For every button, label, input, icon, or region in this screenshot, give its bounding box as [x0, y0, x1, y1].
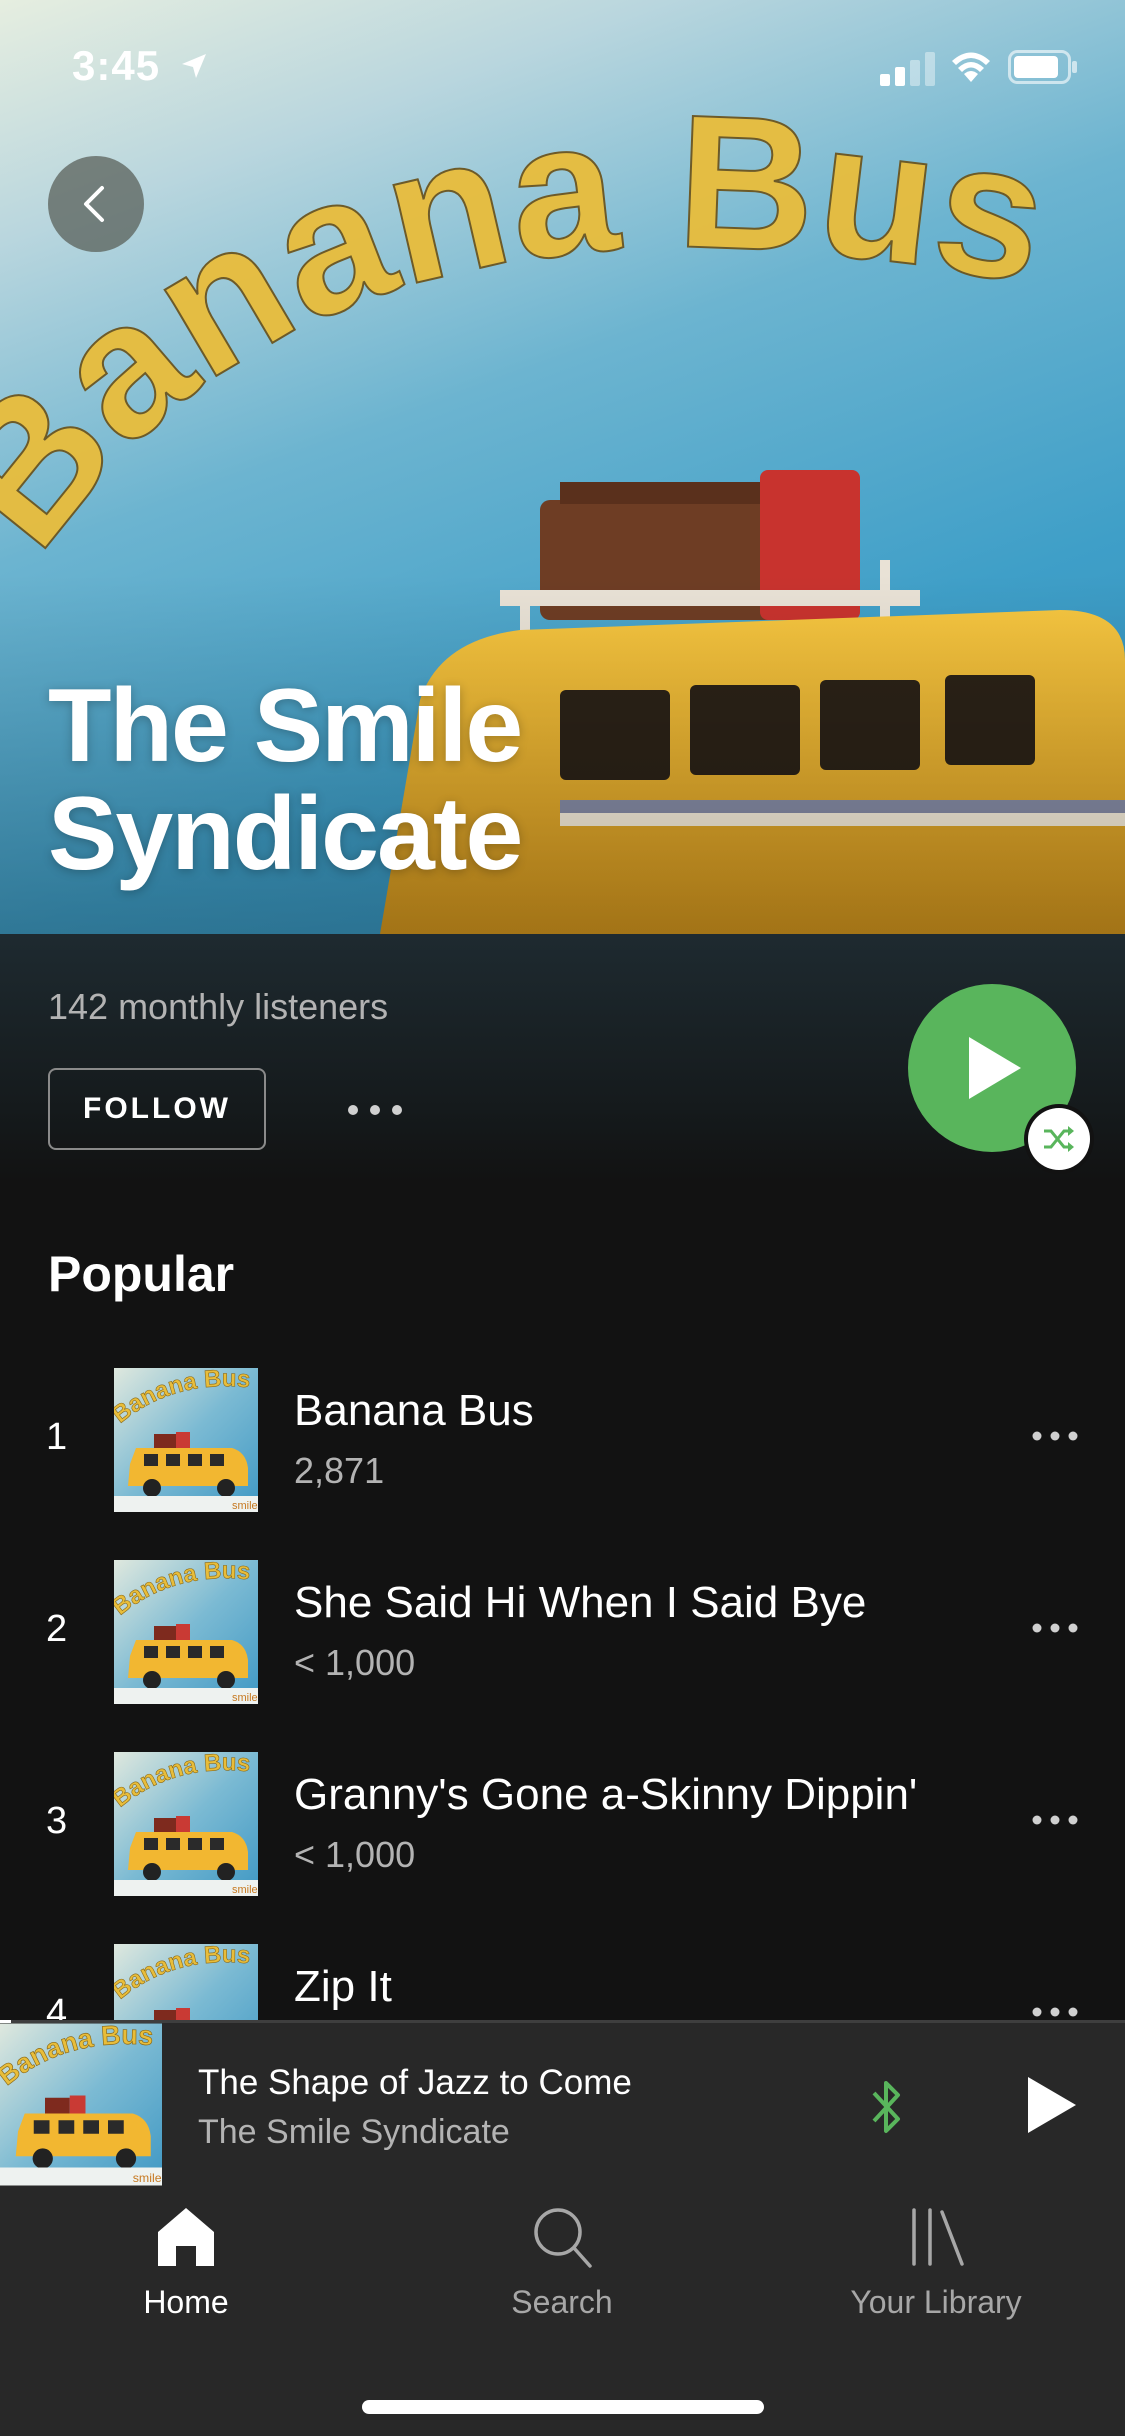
cellular-signal-icon: [880, 52, 935, 86]
track-artwork: [114, 1944, 258, 2020]
track-title: Granny's Gone a-Skinny Dippin': [294, 1770, 918, 1819]
track-number: 1: [46, 1416, 68, 1458]
track-more-button[interactable]: [1020, 1416, 1090, 1456]
track-title: She Said Hi When I Said Bye: [294, 1578, 867, 1627]
library-icon: [912, 2208, 964, 2266]
home-indicator[interactable]: [362, 2400, 764, 2414]
track-number: 3: [46, 1800, 68, 1842]
track-more-button[interactable]: [1020, 1800, 1090, 1840]
tab-bar: Home Search Your Library: [0, 2186, 1125, 2436]
track-artwork: [114, 1560, 258, 1704]
svg-text:Banana Bus: Banana Bus: [0, 75, 1062, 583]
track-row[interactable]: 4 Zip It: [0, 1940, 1125, 2020]
track-play-count: < 1,000: [294, 1834, 416, 1875]
play-icon: [969, 1037, 1021, 1099]
home-icon: [158, 2208, 214, 2266]
ellipsis-icon: [1032, 2007, 1078, 2017]
track-more-button[interactable]: [1020, 1608, 1090, 1648]
artwork-title-text: Banana Bus: [0, 74, 1063, 584]
ellipsis-icon: [1032, 1815, 1078, 1825]
bluetooth-icon[interactable]: [862, 2075, 912, 2139]
artist-name-line-2: Syndicate: [48, 776, 523, 892]
tab-your-library[interactable]: Your Library: [806, 2204, 1066, 2324]
now-playing-bar[interactable]: The Shape of Jazz to Come The Smile Synd…: [0, 2020, 1125, 2186]
now-playing-artwork: [0, 2023, 162, 2186]
track-row[interactable]: 2 She Said Hi When I Said Bye < 1,000: [0, 1556, 1125, 1746]
now-playing-play-icon[interactable]: [1020, 2073, 1080, 2137]
monthly-listeners: 142 monthly listeners: [48, 986, 389, 1027]
track-artwork: [114, 1752, 258, 1896]
track-play-count: < 1,000: [294, 1642, 416, 1683]
follow-button[interactable]: FOLLOW: [48, 1068, 266, 1150]
popular-heading: Popular: [48, 1246, 235, 1302]
track-row[interactable]: 1 Banana Bus 2,871: [0, 1364, 1125, 1554]
status-time: 3:45: [72, 42, 161, 89]
artist-name: The Smile Syndicate: [48, 668, 523, 892]
track-number: 2: [46, 1608, 68, 1650]
tab-home[interactable]: Home: [56, 2204, 316, 2324]
artist-more-button[interactable]: [340, 1080, 410, 1140]
track-artwork: [114, 1368, 258, 1512]
track-more-button[interactable]: [1020, 1992, 1090, 2020]
ellipsis-icon: [348, 1105, 402, 1115]
artist-actions: 142 monthly listeners FOLLOW: [0, 934, 1125, 1184]
location-arrow-icon: [182, 54, 206, 78]
track-title: Zip It: [294, 1962, 392, 2011]
shuffle-icon: [1044, 1126, 1074, 1152]
now-playing-artist: The Smile Syndicate: [198, 2113, 510, 2151]
ellipsis-icon: [1032, 1623, 1078, 1633]
tab-search-label: Search: [511, 2284, 613, 2320]
track-number: 4: [46, 1992, 68, 2020]
chevron-left-icon: [84, 186, 104, 222]
tab-your-library-label: Your Library: [850, 2284, 1022, 2320]
tab-home-label: Home: [143, 2284, 229, 2320]
search-icon: [534, 2208, 592, 2268]
track-play-count: 2,871: [294, 1450, 385, 1491]
shuffle-badge[interactable]: [1028, 1108, 1090, 1170]
now-playing-title: The Shape of Jazz to Come: [198, 2063, 632, 2102]
wifi-icon: [952, 52, 990, 82]
artist-header: Banana Bus 3:45: [0, 0, 1125, 934]
back-button[interactable]: [48, 156, 144, 252]
battery-icon: [1008, 50, 1077, 84]
artist-name-line-1: The Smile: [48, 668, 523, 784]
tab-search[interactable]: Search: [432, 2204, 692, 2324]
track-title: Banana Bus: [294, 1386, 534, 1435]
popular-tracks-list: 1 Banana Bus 2,871 2 She Said Hi When I …: [0, 1364, 1125, 2020]
track-row[interactable]: 3 Granny's Gone a-Skinny Dippin' < 1,000: [0, 1748, 1125, 1938]
ellipsis-icon: [1032, 1431, 1078, 1441]
